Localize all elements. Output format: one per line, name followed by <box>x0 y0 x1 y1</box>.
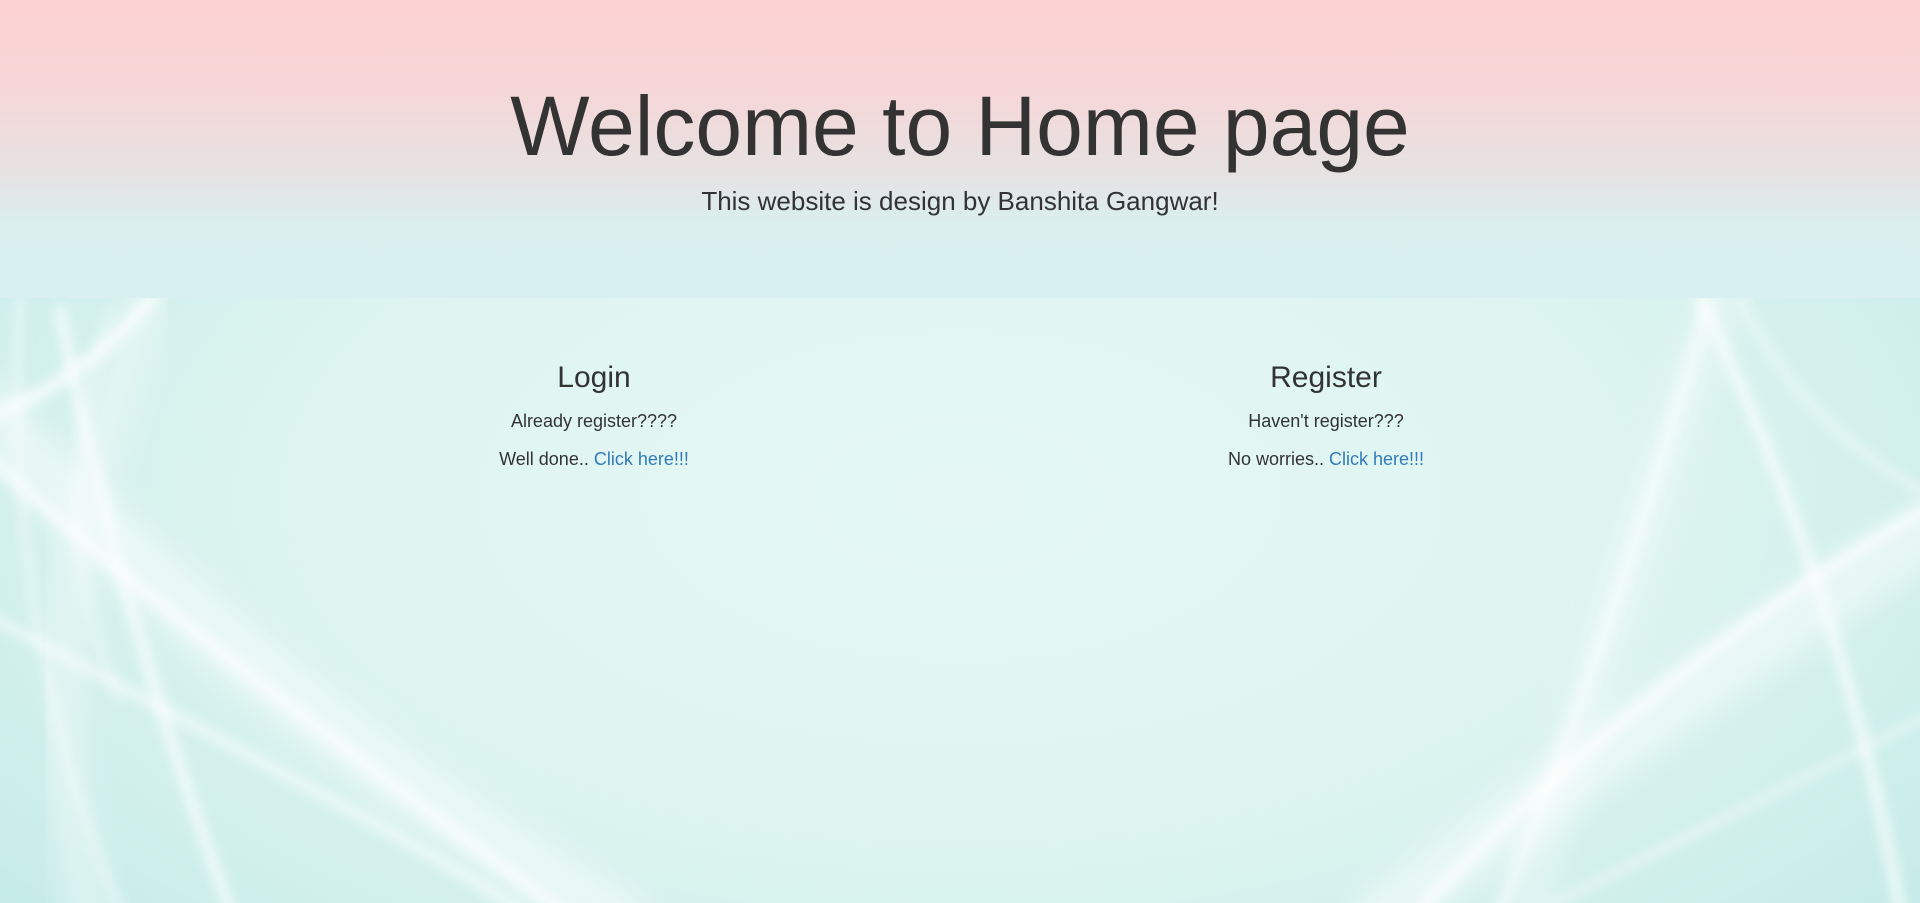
register-heading: Register <box>1270 361 1382 394</box>
login-heading: Login <box>557 361 631 394</box>
register-panel: Register Haven't register??? No worries.… <box>1126 357 1526 471</box>
login-prompt: Well done.. <box>499 449 589 469</box>
register-prompt: No worries.. <box>1227 449 1324 469</box>
login-prompt-line: Well done.. Click here!!! <box>394 447 794 471</box>
register-prompt-line: No worries.. Click here!!! <box>1126 447 1526 471</box>
hero-banner: Welcome to Home page This website is des… <box>0 0 1920 298</box>
page-title: Welcome to Home page <box>510 79 1410 173</box>
login-question: Already register???? <box>510 411 678 431</box>
page: Welcome to Home page This website is des… <box>0 0 1920 903</box>
login-panel: Login Already register???? Well done.. C… <box>394 357 794 471</box>
page-subtitle: This website is design by Banshita Gangw… <box>701 186 1219 216</box>
register-question: Haven't register??? <box>1248 411 1404 431</box>
register-link[interactable]: Click here!!! <box>1329 449 1424 469</box>
login-link[interactable]: Click here!!! <box>594 449 689 469</box>
